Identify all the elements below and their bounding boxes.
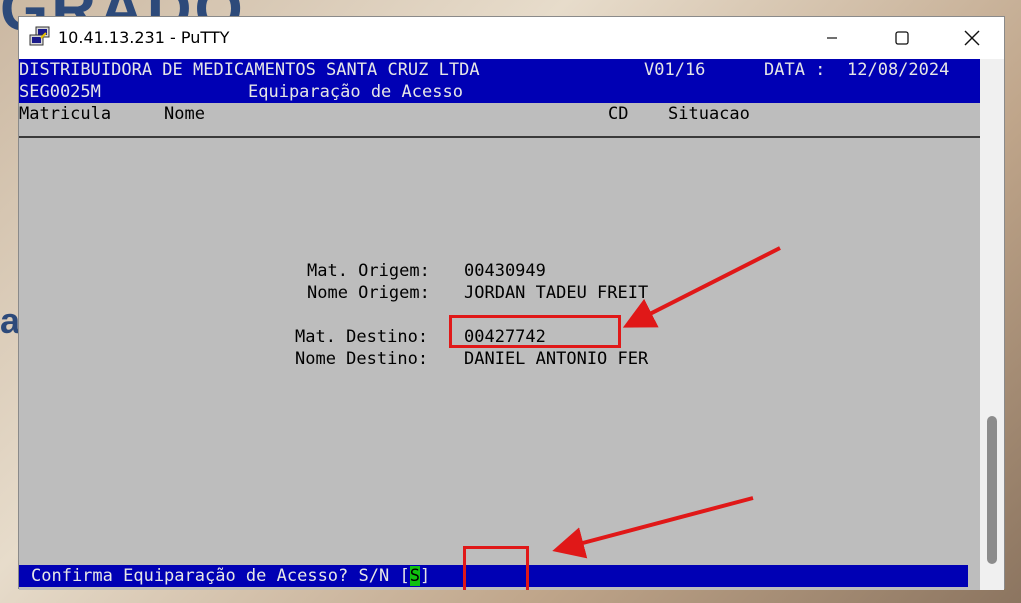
screen-title: Equiparação de Acesso [248, 82, 463, 102]
confirm-open-bracket: [ [399, 566, 410, 586]
window-title: 10.41.13.231 - PuTTY [58, 28, 230, 47]
company-name: DISTRIBUIDORA DE MEDICAMENTOS SANTA CRUZ… [19, 60, 480, 80]
date-label: DATA : [764, 60, 826, 80]
putty-icon[interactable] [29, 26, 51, 48]
nome-origem-label: Nome Origem: [307, 283, 430, 303]
close-button[interactable] [949, 17, 995, 59]
date-value: 12/08/2024 [847, 60, 950, 80]
program-code: SEG0025M [19, 82, 101, 102]
column-headers: Matricula Nome CD Situacao [19, 103, 980, 125]
maximize-icon [895, 31, 909, 45]
title-bar[interactable]: 10.41.13.231 - PuTTY [19, 17, 1004, 59]
mat-origem-label: Mat. Origem: [307, 261, 430, 281]
scrollbar-thumb[interactable] [987, 416, 997, 564]
mat-destino-label: Mat. Destino: [295, 327, 429, 347]
col-nome: Nome [164, 104, 205, 124]
maximize-button[interactable] [879, 17, 925, 59]
col-matricula: Matricula [19, 104, 112, 124]
nome-destino-label: Nome Destino: [295, 349, 429, 369]
close-icon [964, 30, 980, 46]
col-cd: CD [608, 104, 629, 124]
putty-window: 10.41.13.231 - PuTTY DISTRIBUIDORA DE ME… [18, 16, 1005, 590]
nome-origem-value: JORDAN TADEU FREIT [464, 283, 649, 303]
terminal-header: DISTRIBUIDORA DE MEDICAMENTOS SANTA CRUZ… [19, 59, 980, 103]
vertical-scrollbar[interactable] [980, 59, 1004, 590]
annotation-box-confirm [463, 546, 529, 590]
confirm-close-bracket: ] [419, 566, 431, 586]
annotation-box-destino [449, 315, 621, 348]
terminal-screen[interactable]: DISTRIBUIDORA DE MEDICAMENTOS SANTA CRUZ… [19, 59, 980, 590]
minimize-button[interactable] [809, 17, 855, 59]
confirm-prompt-text: Confirma Equiparação de Acesso? S/N [31, 566, 390, 586]
version-label: V01/16 [644, 60, 706, 80]
header-divider [19, 136, 980, 138]
confirm-prompt: Confirma Equiparação de Acesso? S/N [S] [31, 565, 430, 587]
nome-destino-value: DANIEL ANTONIO FER [464, 349, 649, 369]
minimize-icon [827, 37, 837, 39]
mat-origem-value: 00430949 [464, 261, 546, 281]
confirm-input[interactable]: S [409, 566, 420, 586]
col-situacao: Situacao [668, 104, 750, 124]
